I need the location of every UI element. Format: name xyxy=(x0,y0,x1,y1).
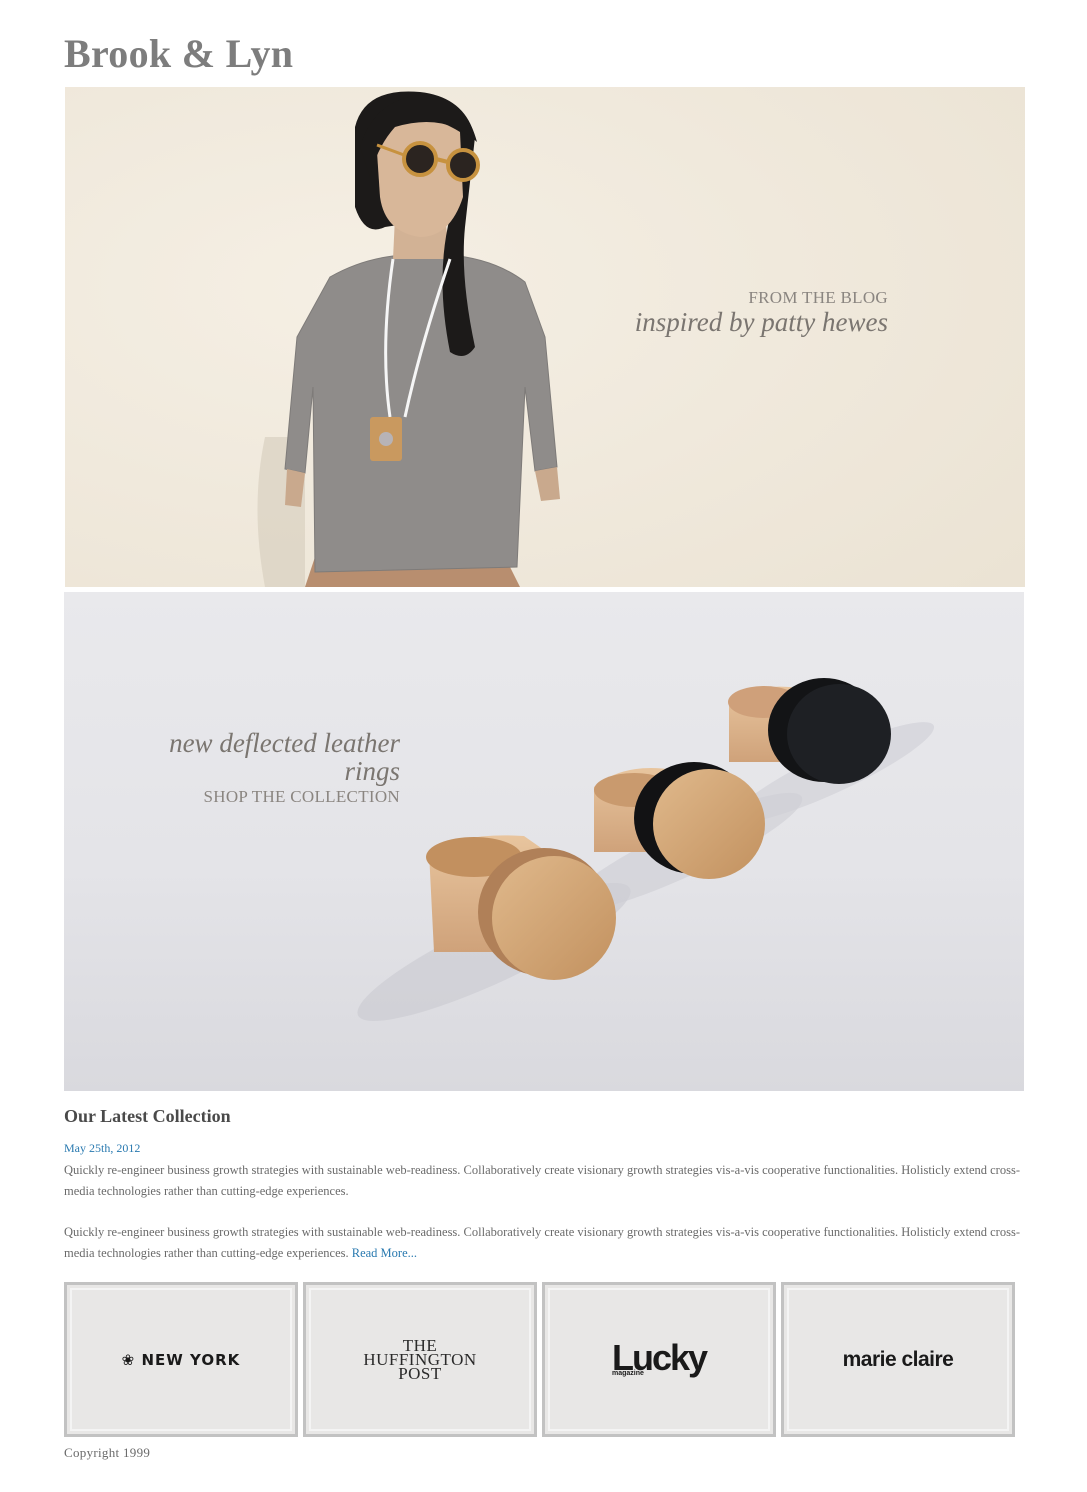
nbc-peacock-icon: ❀ xyxy=(121,1350,136,1369)
press-logos: ❀ NEW YORK THE HUFFINGTON POST Lucky mag… xyxy=(64,1282,1019,1437)
rings-caption[interactable]: new deflected leather rings SHOP THE COL… xyxy=(134,729,400,807)
press-item-marie-claire[interactable]: marie claire xyxy=(781,1282,1015,1437)
post-date: May 25th, 2012 xyxy=(64,1141,141,1155)
read-more-link[interactable]: Read More... xyxy=(352,1246,417,1260)
huffington-post-logo-text: THE HUFFINGTON POST xyxy=(363,1335,477,1383)
press-item-huffington-post[interactable]: THE HUFFINGTON POST xyxy=(303,1282,537,1437)
huffington-post-logo: THE HUFFINGTON POST xyxy=(360,1335,480,1383)
article-title[interactable]: Our Latest Collection xyxy=(64,1106,1024,1127)
site-title[interactable]: Brook & Lyn xyxy=(64,30,293,77)
blog-headline[interactable]: inspired by patty hewes xyxy=(635,308,888,336)
rings-headline[interactable]: new deflected leather rings xyxy=(134,729,400,785)
press-item-lucky[interactable]: Lucky magazine xyxy=(542,1282,776,1437)
shop-collection-link[interactable]: SHOP THE COLLECTION xyxy=(134,787,400,807)
copyright: Copyright 1999 xyxy=(64,1445,151,1460)
article-paragraph: Quickly re-engineer business growth stra… xyxy=(64,1163,1020,1198)
marie-claire-logo: marie claire xyxy=(842,1347,954,1371)
lucky-logo: Lucky magazine xyxy=(612,1339,708,1378)
article-paragraph: Quickly re-engineer business growth stra… xyxy=(64,1222,1024,1264)
article-paragraph-text: Quickly re-engineer business growth stra… xyxy=(64,1225,1020,1260)
press-item-new-york[interactable]: ❀ NEW YORK xyxy=(64,1282,298,1437)
rings-hero-banner[interactable]: new deflected leather rings SHOP THE COL… xyxy=(64,592,1024,1091)
latest-collection-article: Our Latest Collection May 25th, 2012 Qui… xyxy=(64,1106,1024,1264)
rings-photo xyxy=(357,678,935,1021)
blog-caption[interactable]: FROM THE BLOG inspired by patty hewes xyxy=(635,288,888,336)
model-photo xyxy=(65,87,1025,587)
blog-hero-banner[interactable]: FROM THE BLOG inspired by patty hewes xyxy=(65,87,1025,587)
new-york-logo-text: NEW YORK xyxy=(141,1350,241,1369)
blog-kicker: FROM THE BLOG xyxy=(748,288,888,307)
new-york-logo: ❀ NEW YORK xyxy=(122,1351,241,1369)
